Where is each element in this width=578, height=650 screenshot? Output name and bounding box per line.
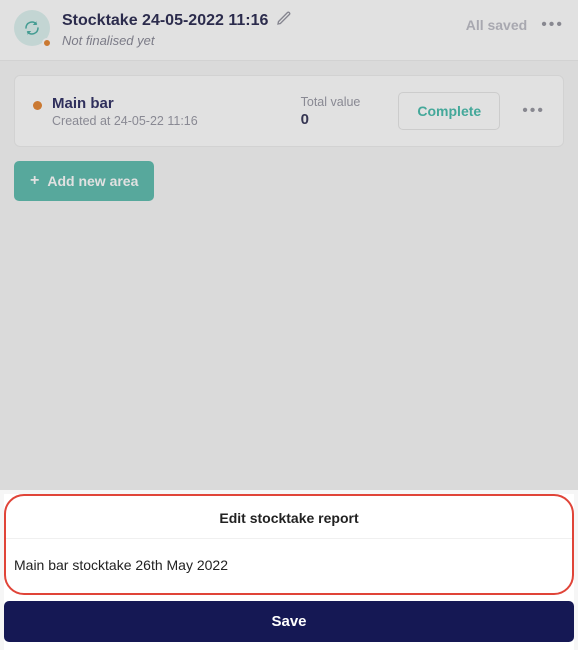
total-value: 0 (301, 111, 361, 128)
status-dot-icon (42, 38, 52, 48)
add-area-button[interactable]: + Add new area (14, 161, 154, 201)
stocktake-avatar (14, 10, 50, 46)
save-button[interactable]: Save (4, 601, 574, 642)
modal-title: Edit stocktake report (6, 496, 572, 539)
page-subtitle: Not finalised yet (62, 33, 466, 48)
add-area-label: Add new area (47, 173, 138, 189)
page-title: Stocktake 24-05-2022 11:16 (62, 12, 268, 30)
total-value-label: Total value (301, 95, 361, 109)
header-more-icon[interactable]: ••• (541, 16, 564, 34)
save-status: All saved (466, 17, 527, 33)
area-created: Created at 24-05-22 11:16 (52, 114, 198, 128)
plus-icon: + (30, 173, 39, 189)
pencil-icon[interactable] (276, 10, 292, 31)
area-card[interactable]: Main bar Created at 24-05-22 11:16 Total… (14, 75, 564, 147)
report-name-input[interactable] (8, 543, 570, 575)
edit-highlight-frame: Edit stocktake report (4, 494, 574, 595)
area-name: Main bar (52, 95, 198, 112)
area-status-dot-icon (33, 101, 42, 110)
header-bar: Stocktake 24-05-2022 11:16 Not finalised… (0, 0, 578, 61)
area-more-icon[interactable]: ••• (522, 102, 545, 120)
edit-modal: Edit stocktake report Save (4, 494, 574, 650)
refresh-icon (23, 19, 41, 37)
complete-button[interactable]: Complete (398, 92, 500, 130)
